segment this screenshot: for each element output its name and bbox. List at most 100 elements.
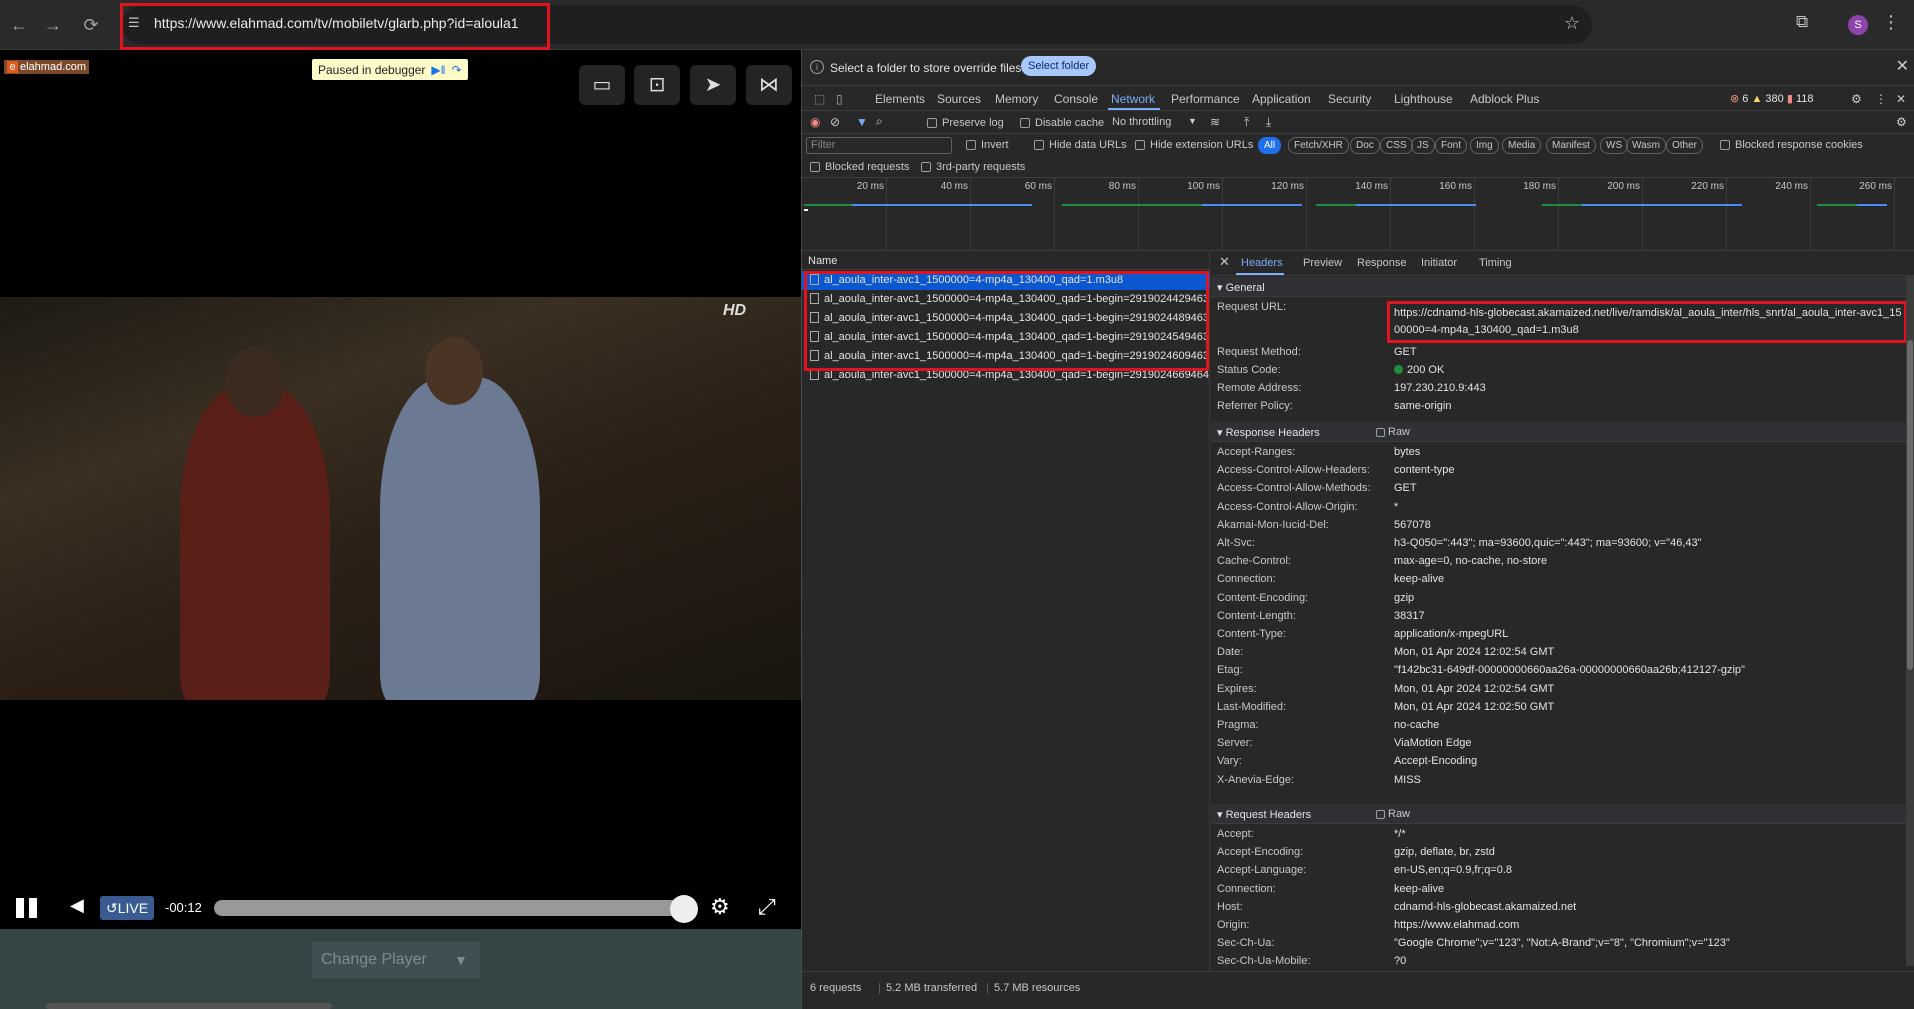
type-wasm[interactable]: Wasm bbox=[1626, 137, 1666, 154]
live-button[interactable]: ↺LIVE bbox=[100, 896, 155, 920]
share-icon[interactable]: ⋈ bbox=[746, 65, 792, 105]
type-ws[interactable]: WS bbox=[1600, 137, 1629, 154]
settings-gear-icon[interactable]: ⚙ bbox=[1851, 92, 1862, 106]
general-section-header[interactable]: ▾ General bbox=[1211, 277, 1907, 297]
third-party-checkbox[interactable]: 3rd-party requests bbox=[921, 161, 1025, 173]
type-doc[interactable]: Doc bbox=[1350, 137, 1380, 154]
network-timeline[interactable]: 20 ms 40 ms 60 ms 80 ms 100 ms 120 ms 14… bbox=[802, 178, 1914, 251]
request-headers-section[interactable]: ▾ Request Headers Raw bbox=[1211, 804, 1907, 824]
avatar[interactable]: S bbox=[1848, 15, 1868, 35]
request-highlight-box bbox=[804, 271, 1209, 371]
type-fetch-xhr[interactable]: Fetch/XHR bbox=[1288, 137, 1349, 154]
tab-memory[interactable]: Memory bbox=[995, 92, 1038, 106]
seek-bar[interactable] bbox=[214, 900, 694, 916]
vertical-scrollbar-thumb[interactable] bbox=[1907, 340, 1913, 670]
timeline-tick: 100 ms bbox=[1187, 178, 1223, 250]
type-font[interactable]: Font bbox=[1435, 137, 1468, 154]
select-folder-button[interactable]: Select folder bbox=[1021, 56, 1097, 76]
pause-button[interactable] bbox=[16, 898, 40, 918]
preserve-log-label: Preserve log bbox=[942, 117, 1004, 129]
throttle-dropdown-icon[interactable]: ▼ bbox=[1188, 116, 1197, 126]
raw-checkbox[interactable]: Raw bbox=[1376, 426, 1410, 438]
raw-checkbox[interactable]: Raw bbox=[1376, 808, 1410, 820]
timeline-tick: 180 ms bbox=[1523, 178, 1559, 250]
device-toggle-icon[interactable]: ▯ bbox=[836, 92, 843, 106]
type-css[interactable]: CSS bbox=[1380, 137, 1413, 154]
volume-icon[interactable]: ◀ bbox=[70, 895, 84, 916]
tab-sources[interactable]: Sources bbox=[937, 92, 981, 106]
type-js[interactable]: JS bbox=[1411, 137, 1435, 154]
tab-initiator[interactable]: Initiator bbox=[1421, 257, 1457, 269]
reload-icon[interactable]: ⟳ bbox=[78, 12, 104, 38]
disable-cache-checkbox[interactable]: Disable cache bbox=[1020, 117, 1104, 129]
tab-security[interactable]: Security bbox=[1328, 92, 1371, 106]
clear-icon[interactable]: ⊘ bbox=[830, 115, 840, 129]
step-over-icon[interactable]: ↷ bbox=[452, 63, 462, 77]
change-player-button[interactable]: Change Player ▼ bbox=[312, 942, 480, 978]
bookmark-star-icon[interactable]: ☆ bbox=[1564, 13, 1580, 34]
close-detail-icon[interactable]: ✕ bbox=[1219, 254, 1230, 270]
tab-lighthouse[interactable]: Lighthouse bbox=[1394, 92, 1453, 106]
type-img[interactable]: Img bbox=[1470, 137, 1499, 154]
header-key: Access-Control-Allow-Headers: bbox=[1217, 464, 1370, 477]
tab-performance[interactable]: Performance bbox=[1171, 92, 1240, 106]
horizontal-scrollbar[interactable] bbox=[46, 1003, 332, 1009]
import-har-icon[interactable]: ⤒ bbox=[1244, 115, 1249, 130]
type-other[interactable]: Other bbox=[1666, 137, 1704, 154]
seek-thumb[interactable] bbox=[670, 895, 699, 923]
tab-adblock-plus[interactable]: Adblock Plus bbox=[1470, 92, 1539, 106]
blocked-requests-checkbox[interactable]: Blocked requests bbox=[810, 161, 909, 173]
name-column-header[interactable]: Name bbox=[802, 251, 1210, 270]
preserve-log-checkbox[interactable]: Preserve log bbox=[927, 117, 1004, 129]
type-manifest[interactable]: Manifest bbox=[1546, 137, 1596, 154]
more-options-icon[interactable]: ⋮ bbox=[1875, 92, 1887, 106]
hide-data-urls-checkbox[interactable]: Hide data URLs bbox=[1034, 139, 1127, 151]
browser-menu-icon[interactable]: ⋮ bbox=[1882, 12, 1900, 33]
divider: | bbox=[878, 982, 881, 994]
record-icon[interactable]: ◉ bbox=[810, 115, 820, 129]
search-icon[interactable]: ⌕ bbox=[876, 114, 883, 129]
forward-arrow-icon[interactable]: → bbox=[40, 12, 66, 38]
tab-preview[interactable]: Preview bbox=[1303, 257, 1342, 269]
cast-icon[interactable]: ⊡ bbox=[634, 65, 680, 105]
header-value: bytes bbox=[1394, 446, 1421, 458]
tab-network[interactable]: Network bbox=[1111, 92, 1155, 106]
type-all[interactable]: All bbox=[1258, 137, 1282, 154]
invert-checkbox[interactable]: Invert bbox=[966, 139, 1009, 151]
status-ok-dot bbox=[1394, 365, 1403, 374]
tab-headers[interactable]: Headers bbox=[1241, 257, 1283, 269]
issue-counts[interactable]: ⊗ 6 ▲ 380 ▮ 118 bbox=[1730, 92, 1814, 105]
header-row: Vary: Accept-Encoding bbox=[1211, 753, 1907, 771]
telegram-icon[interactable]: ➤ bbox=[690, 65, 736, 105]
settings-gear-icon[interactable]: ⚙ bbox=[710, 894, 730, 920]
header-row: Request Method: GET bbox=[1217, 346, 1417, 358]
header-row: Origin: https://www.elahmad.com bbox=[1211, 917, 1907, 935]
network-settings-icon[interactable]: ⚙ bbox=[1896, 115, 1907, 129]
picture-in-picture-icon[interactable]: ▭ bbox=[579, 65, 625, 105]
throttling-select[interactable]: No throttling bbox=[1112, 116, 1171, 128]
resume-icon[interactable]: ▶‖ bbox=[431, 63, 445, 77]
timeline-tick: 40 ms bbox=[941, 178, 971, 250]
tab-application[interactable]: Application bbox=[1252, 92, 1311, 106]
export-har-icon[interactable]: ⤓ bbox=[1266, 115, 1271, 130]
type-media[interactable]: Media bbox=[1502, 137, 1542, 154]
video-frame[interactable]: HD bbox=[0, 297, 801, 700]
tab-elements[interactable]: Elements bbox=[875, 92, 925, 106]
hide-extension-urls-checkbox[interactable]: Hide extension URLs bbox=[1135, 139, 1253, 151]
tab-response[interactable]: Response bbox=[1357, 257, 1407, 269]
site-logo[interactable]: e elahmad.com bbox=[4, 60, 90, 74]
back-arrow-icon[interactable]: ← bbox=[6, 12, 32, 38]
response-headers-section[interactable]: ▾ Response Headers Raw bbox=[1211, 422, 1907, 442]
fullscreen-icon[interactable]: ⤢ bbox=[758, 894, 776, 920]
close-icon[interactable]: ✕ bbox=[1896, 56, 1909, 76]
filter-icon[interactable]: ▼ bbox=[856, 115, 868, 129]
header-row: Access-Control-Allow-Methods: GET bbox=[1211, 480, 1907, 498]
tab-timing[interactable]: Timing bbox=[1479, 257, 1512, 269]
blocked-response-cookies-checkbox[interactable]: Blocked response cookies bbox=[1720, 139, 1863, 151]
close-devtools-icon[interactable]: ✕ bbox=[1896, 92, 1906, 106]
network-conditions-icon[interactable]: ≋ bbox=[1210, 115, 1220, 129]
extensions-icon[interactable]: ⧉ bbox=[1796, 12, 1808, 32]
inspect-icon[interactable]: ⬚ bbox=[814, 92, 825, 106]
tab-console[interactable]: Console bbox=[1054, 92, 1098, 106]
filter-input[interactable]: Filter bbox=[806, 137, 952, 154]
